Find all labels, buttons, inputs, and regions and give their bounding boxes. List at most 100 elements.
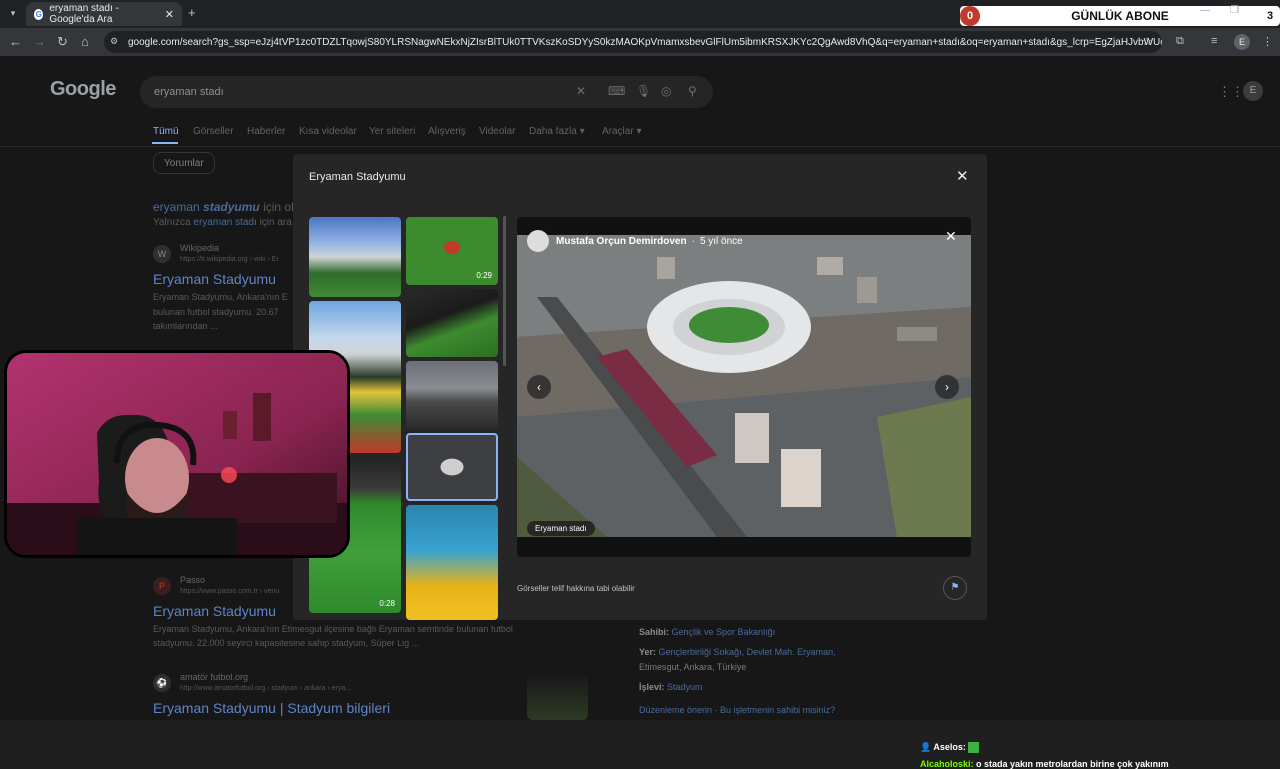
filter-places[interactable]: Yer siteleri bbox=[369, 126, 415, 137]
browser-tab[interactable]: G eryaman stadı - Google'da Ara ✕ bbox=[26, 2, 182, 26]
reviews-chip[interactable]: Yorumlar bbox=[153, 152, 215, 174]
tab-title: eryaman stadı - Google'da Ara bbox=[49, 3, 119, 25]
image-thumb[interactable] bbox=[406, 505, 498, 620]
abone-right-count: 3 bbox=[1260, 6, 1280, 26]
result1-snippet: Eryaman Stadyumu, Ankara'nın E bbox=[153, 292, 288, 302]
forward-icon[interactable]: → bbox=[33, 34, 46, 49]
filter-tools[interactable]: Araçlar ▾ bbox=[602, 126, 642, 137]
image-source-header[interactable]: Mustafa Orçun Demirdoven · 5 yıl önce bbox=[527, 230, 743, 252]
search-input[interactable]: eryaman stadı bbox=[140, 76, 713, 108]
video-thumb[interactable]: 0:29 bbox=[406, 217, 498, 285]
filter-all[interactable]: Tümü bbox=[153, 126, 179, 137]
result3-thumbnail[interactable] bbox=[527, 676, 588, 720]
image-thumb[interactable] bbox=[406, 289, 498, 357]
lens-icon[interactable]: ◎ bbox=[661, 84, 671, 98]
chat-username: Alcaholoski: bbox=[920, 759, 974, 769]
new-tab-icon[interactable]: + bbox=[188, 5, 196, 20]
image-thumb[interactable] bbox=[406, 361, 498, 429]
previous-image-icon[interactable]: ‹ bbox=[527, 375, 551, 399]
result3-site: amatör futbol.org bbox=[180, 672, 249, 682]
filter-videos[interactable]: Videolar bbox=[479, 126, 516, 137]
abone-left-count: 0 bbox=[960, 6, 980, 26]
selected-image-thumb[interactable] bbox=[406, 433, 498, 501]
next-image-icon[interactable]: › bbox=[935, 375, 959, 399]
result2-url: https://www.passo.com.tr › venu bbox=[180, 588, 280, 595]
amatorfutbol-favicon-icon: ⚽ bbox=[153, 674, 171, 692]
result2-site: Passo bbox=[180, 575, 206, 585]
passo-favicon-icon: P bbox=[153, 577, 171, 595]
google-favicon-icon: G bbox=[34, 8, 44, 20]
chat-emote-icon bbox=[968, 742, 980, 754]
bookmark-star-icon[interactable]: ☆ bbox=[1142, 35, 1152, 48]
image-viewer-modal: Eryaman Stadyumu ✕ 0:29 0:28 Mustafa Orç… bbox=[293, 154, 987, 620]
abone-label: GÜNLÜK ABONE bbox=[1071, 9, 1169, 23]
result2-snippet: stadyumu. 22.000 seyirci kapasitesine sa… bbox=[153, 638, 420, 648]
chat-username: Aselos: bbox=[933, 742, 966, 752]
kp-owner: Sahibi: Gençlik ve Spor Bakanlığı bbox=[639, 627, 776, 637]
home-icon[interactable]: ⌂ bbox=[81, 34, 89, 49]
result3-title[interactable]: Eryaman Stadyumu | Stadyum bilgileri bbox=[153, 700, 390, 716]
apps-grid-icon[interactable]: ⋮⋮ bbox=[1218, 84, 1244, 100]
url-text: google.com/search?gs_ssp=eJzj4tVP1zc0TDZ… bbox=[128, 36, 1162, 48]
result3-url: http://www.amatorfutbol.org › stadyum › … bbox=[180, 685, 352, 692]
image-thumb[interactable] bbox=[309, 217, 401, 297]
address-bar[interactable]: google.com/search?gs_ssp=eJzj4tVP1zc0TDZ… bbox=[104, 31, 1162, 53]
kp-place: Yer: Gençlerbirliği Sokağı, Devlet Mah. … bbox=[639, 647, 836, 657]
author-avatar bbox=[527, 230, 549, 252]
tab-search-dropdown-icon[interactable]: ▾ bbox=[6, 6, 20, 20]
search-query: eryaman stadı bbox=[154, 86, 224, 98]
image-preview: Mustafa Orçun Demirdoven · 5 yıl önce ✕ … bbox=[517, 217, 971, 557]
divider bbox=[0, 146, 1280, 147]
browser-toolbar: ← → ↻ ⌂ google.com/search?gs_ssp=eJzj4tV… bbox=[0, 28, 1280, 56]
chat-text: o stada yakın metrolardan birine çok yak… bbox=[976, 759, 1169, 769]
filter-shopping[interactable]: Alışveriş bbox=[428, 126, 466, 137]
search-only-hint[interactable]: Yalnızca eryaman stadı için ara bbox=[153, 217, 292, 228]
browser-tab-strip: ▾ G eryaman stadı - Google'da Ara ✕ + 0 … bbox=[0, 0, 1280, 28]
back-icon[interactable]: ← bbox=[9, 34, 22, 49]
copyright-notice: Görseller telif hakkına tabi olabilir bbox=[517, 584, 635, 593]
menu-kebab-icon[interactable]: ⋮ bbox=[1262, 35, 1273, 48]
spelling-correction[interactable]: eryaman stadyumu için ol bbox=[153, 200, 294, 214]
kp-edit-links[interactable]: Düzenleme önerin · Bu işletmenin sahibi … bbox=[639, 705, 835, 715]
mic-icon[interactable]: 🎙 bbox=[636, 84, 651, 98]
filter-more[interactable]: Daha fazla ▾ bbox=[529, 126, 585, 137]
filter-news[interactable]: Haberler bbox=[247, 126, 285, 137]
post-age: 5 yıl önce bbox=[699, 235, 743, 247]
keyboard-icon[interactable]: ⌨ bbox=[608, 84, 625, 98]
clear-icon[interactable]: ✕ bbox=[576, 84, 586, 98]
thumbnail-scrollbar[interactable] bbox=[503, 216, 506, 366]
user-icon: 👤 bbox=[920, 742, 932, 752]
filter-images[interactable]: Görseller bbox=[193, 126, 234, 137]
maximize-icon[interactable]: ❐ bbox=[1230, 5, 1239, 16]
result1-url: https://tr.wikipedia.org › wiki › Er bbox=[180, 256, 279, 263]
reload-icon[interactable]: ↻ bbox=[57, 34, 68, 50]
account-avatar[interactable]: E bbox=[1243, 81, 1263, 101]
result1-snippet: takımlarından ... bbox=[153, 321, 218, 331]
filter-short-videos[interactable]: Kısa videolar bbox=[299, 126, 357, 137]
close-preview-icon[interactable]: ✕ bbox=[945, 228, 957, 245]
active-filter-underline bbox=[152, 142, 178, 144]
media-icon[interactable]: ≡ bbox=[1211, 35, 1217, 47]
search-icon[interactable]: ⚲ bbox=[688, 84, 697, 98]
result1-site: Wikipedia bbox=[180, 243, 220, 253]
result2-title[interactable]: Eryaman Stadyumu bbox=[153, 603, 276, 619]
chat-message: 👤 Aselos: bbox=[920, 742, 980, 754]
extensions-icon[interactable]: ⧉ bbox=[1176, 35, 1184, 48]
wikipedia-favicon-icon: W bbox=[153, 245, 171, 263]
site-info-icon[interactable]: ⚙ bbox=[110, 36, 118, 47]
google-logo[interactable]: Google bbox=[50, 78, 116, 101]
kp-place-line2[interactable]: Etimesgut, Ankara, Türkiye bbox=[639, 662, 746, 672]
webcam-feed bbox=[7, 353, 347, 555]
result1-title[interactable]: Eryaman Stadyumu bbox=[153, 271, 276, 287]
close-icon[interactable]: ✕ bbox=[956, 167, 969, 185]
streamer-webcam bbox=[4, 350, 350, 558]
profile-avatar[interactable]: E bbox=[1234, 34, 1250, 50]
aerial-stadium-photo bbox=[517, 217, 971, 557]
image-caption: Eryaman stadı bbox=[527, 521, 595, 536]
modal-title: Eryaman Stadyumu bbox=[309, 171, 406, 183]
author-name: Mustafa Orçun Demirdoven bbox=[556, 235, 687, 247]
result2-snippet: Eryaman Stadyumu, Ankara'nın Etimesgut i… bbox=[153, 624, 513, 634]
report-flag-icon[interactable]: ⚑ bbox=[943, 576, 967, 600]
minimize-icon[interactable]: — bbox=[1200, 5, 1210, 16]
tab-close-icon[interactable]: ✕ bbox=[165, 8, 174, 21]
